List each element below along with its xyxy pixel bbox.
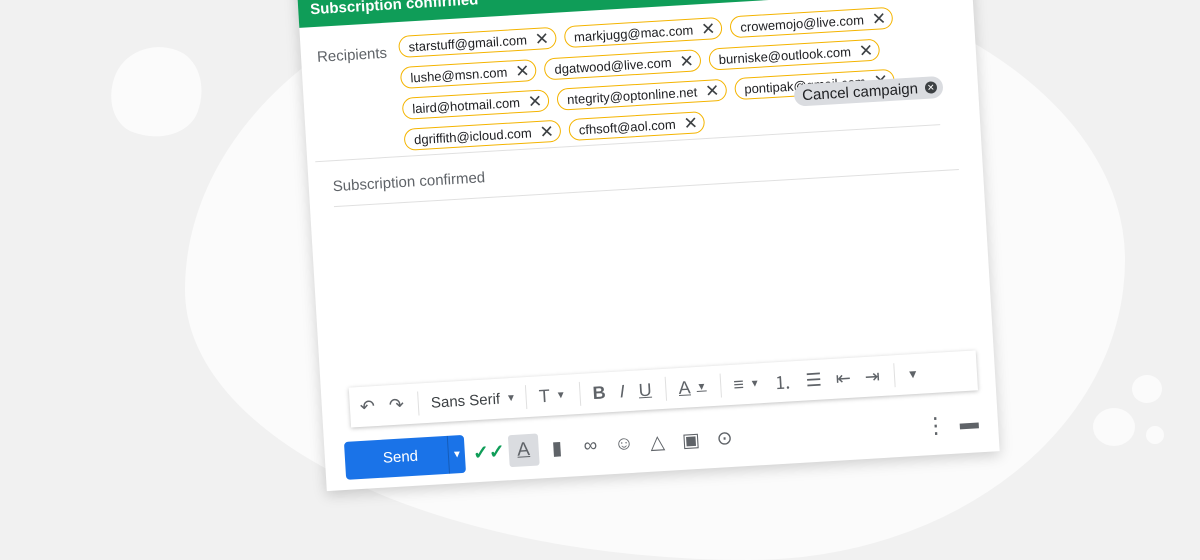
background-blob-small bbox=[98, 33, 216, 151]
recipient-email: cfhsoft@aol.com bbox=[578, 116, 677, 137]
recipient-email: ntegrity@optonline.net bbox=[566, 83, 698, 107]
cancel-icon[interactable]: ✕ bbox=[924, 81, 938, 94]
confidential-mode-icon[interactable]: ⊙ bbox=[709, 422, 740, 456]
recipient-chip[interactable]: cfhsoft@aol.com ✕ bbox=[568, 111, 706, 142]
remove-icon[interactable]: ✕ bbox=[679, 51, 694, 71]
font-family-label: Sans Serif bbox=[430, 390, 501, 412]
cancel-campaign-label: Cancel campaign bbox=[801, 79, 919, 104]
recipient-email: starstuff@gmail.com bbox=[408, 31, 528, 54]
more-formatting-icon[interactable]: ▼ bbox=[906, 367, 919, 382]
numbered-list-icon[interactable]: ⒈ bbox=[773, 368, 793, 395]
background-dot bbox=[1093, 408, 1135, 446]
subject-field[interactable]: Subscription confirmed bbox=[332, 169, 485, 195]
indent-more-icon[interactable]: ⇥ bbox=[864, 366, 880, 388]
recipient-email: crowemojo@live.com bbox=[739, 11, 865, 35]
underline-icon[interactable]: U bbox=[638, 379, 652, 401]
redo-icon[interactable]: ↷ bbox=[388, 394, 404, 416]
chevron-down-icon: ▼ bbox=[555, 389, 567, 401]
recipient-chip[interactable]: burniske@outlook.com ✕ bbox=[708, 38, 881, 71]
attach-file-icon[interactable]: ▮ bbox=[541, 432, 572, 466]
divider bbox=[664, 376, 668, 401]
recipient-email: laird@hotmail.com bbox=[411, 94, 521, 116]
undo-icon[interactable]: ↶ bbox=[359, 396, 375, 418]
insert-link-icon[interactable]: ∞ bbox=[575, 430, 606, 464]
recipient-email: dgriffith@icloud.com bbox=[413, 124, 533, 147]
remove-icon[interactable]: ✕ bbox=[515, 61, 530, 81]
bulleted-list-icon[interactable]: ☰ bbox=[805, 369, 822, 391]
font-family-select[interactable]: Sans Serif ▼ bbox=[430, 389, 516, 411]
remove-icon[interactable]: ✕ bbox=[871, 9, 886, 29]
align-icon[interactable]: ≡ ▼ bbox=[733, 373, 761, 396]
chevron-down-icon: ▼ bbox=[505, 392, 517, 404]
recipient-email: markjugg@mac.com bbox=[573, 22, 694, 45]
bold-icon[interactable]: B bbox=[592, 382, 606, 404]
chevron-down-icon: ▼ bbox=[749, 377, 761, 390]
background-dot bbox=[1146, 426, 1164, 444]
recipient-chip[interactable]: lushe@msn.com ✕ bbox=[399, 58, 538, 89]
remove-icon[interactable]: ✕ bbox=[683, 113, 698, 133]
photo-icon[interactable]: ▣ bbox=[675, 424, 706, 458]
drive-icon[interactable]: △ bbox=[642, 426, 673, 460]
divider bbox=[719, 373, 723, 398]
chevron-down-icon: ▼ bbox=[696, 380, 707, 393]
divider bbox=[417, 391, 420, 416]
remove-icon[interactable]: ✕ bbox=[701, 19, 716, 39]
italic-icon[interactable]: I bbox=[619, 381, 625, 402]
divider bbox=[525, 385, 528, 410]
text-size-icon[interactable]: T ▼ bbox=[538, 384, 566, 407]
recipients-label: Recipients bbox=[316, 44, 388, 66]
double-check-icon[interactable]: ✓✓ bbox=[472, 435, 506, 469]
recipient-chip[interactable]: dgriffith@icloud.com ✕ bbox=[403, 119, 562, 151]
recipient-chip[interactable]: markjugg@mac.com ✕ bbox=[563, 16, 724, 49]
indent-less-icon[interactable]: ⇤ bbox=[835, 367, 851, 389]
divider bbox=[579, 381, 582, 406]
remove-icon[interactable]: ✕ bbox=[539, 122, 554, 142]
send-options-icon[interactable]: ▼ bbox=[446, 434, 467, 474]
recipient-chip[interactable]: laird@hotmail.com ✕ bbox=[401, 89, 550, 120]
recipient-email: dgatwood@live.com bbox=[554, 54, 672, 77]
more-options-icon[interactable]: ⋮ bbox=[920, 409, 951, 443]
text-color-icon[interactable]: A ▼ bbox=[678, 376, 707, 399]
divider bbox=[893, 363, 896, 388]
remove-icon[interactable]: ✕ bbox=[527, 91, 542, 111]
send-label: Send bbox=[382, 447, 419, 467]
remove-icon[interactable]: ✕ bbox=[858, 40, 873, 60]
recipient-chip[interactable]: starstuff@gmail.com ✕ bbox=[397, 26, 557, 59]
send-button[interactable]: Send ▼ bbox=[343, 434, 467, 480]
background-dot bbox=[1132, 375, 1162, 403]
emoji-icon[interactable]: ☺ bbox=[608, 428, 639, 462]
compose-title: Subscription confirmed bbox=[309, 0, 479, 19]
formatting-options-icon[interactable]: A bbox=[507, 433, 540, 468]
compose-window: Subscription confirmed Recipients starst… bbox=[296, 0, 1000, 492]
remove-icon[interactable]: ✕ bbox=[705, 81, 720, 101]
recipient-chip[interactable]: dgatwood@live.com ✕ bbox=[543, 49, 702, 81]
recipient-chip[interactable]: crowemojo@live.com ✕ bbox=[729, 6, 894, 39]
recipient-email: burniske@outlook.com bbox=[718, 43, 852, 67]
remove-icon[interactable]: ✕ bbox=[534, 29, 549, 49]
recipient-chip[interactable]: ntegrity@optonline.net ✕ bbox=[556, 78, 728, 111]
discard-icon[interactable]: ▬ bbox=[954, 407, 985, 441]
recipient-email: lushe@msn.com bbox=[410, 64, 508, 85]
